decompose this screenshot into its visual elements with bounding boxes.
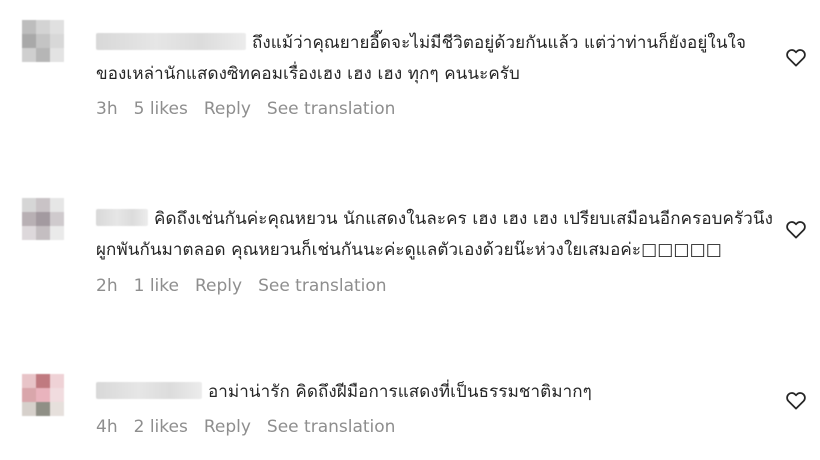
comment-meta: 2h 1 like Reply See translation: [96, 276, 776, 296]
like-heart-icon[interactable]: [785, 47, 807, 67]
comment-text-block: คิดถึงเช่นกันค่ะคุณหยวน นักแสดงในละคร เฮ…: [96, 204, 776, 266]
avatar[interactable]: [22, 374, 64, 416]
see-translation-button[interactable]: See translation: [267, 99, 396, 119]
comment-meta: 4h 2 likes Reply See translation: [96, 417, 776, 437]
comment-text-block: อาม่าน่ารัก คิดถึงฝีมือการแสดงที่เป็นธรร…: [96, 377, 776, 408]
reply-button[interactable]: Reply: [204, 417, 251, 437]
username[interactable]: [96, 382, 202, 399]
comment-text-block: ถึงแม้ว่าคุณยายอี๊ดจะไม่มีชีวิตอยู่ด้วยก…: [96, 28, 776, 90]
avatar[interactable]: [22, 20, 64, 62]
likes-count[interactable]: 1 like: [134, 276, 179, 296]
comment-time[interactable]: 3h: [96, 99, 118, 119]
reply-button[interactable]: Reply: [204, 99, 251, 119]
comment-time[interactable]: 4h: [96, 417, 118, 437]
username[interactable]: [96, 209, 148, 226]
like-heart-icon[interactable]: [785, 390, 807, 410]
see-translation-button[interactable]: See translation: [267, 417, 396, 437]
avatar[interactable]: [22, 198, 64, 240]
see-translation-button[interactable]: See translation: [258, 276, 387, 296]
like-heart-icon[interactable]: [785, 219, 807, 239]
comment-time[interactable]: 2h: [96, 276, 118, 296]
comment-text: คิดถึงเช่นกันค่ะคุณหยวน นักแสดงในละคร เฮ…: [96, 209, 773, 260]
comment-meta: 3h 5 likes Reply See translation: [96, 99, 776, 119]
comment-text: อาม่าน่ารัก คิดถึงฝีมือการแสดงที่เป็นธรร…: [208, 382, 592, 402]
likes-count[interactable]: 5 likes: [134, 99, 188, 119]
likes-count[interactable]: 2 likes: [134, 417, 188, 437]
username[interactable]: [96, 33, 246, 50]
reply-button[interactable]: Reply: [195, 276, 242, 296]
